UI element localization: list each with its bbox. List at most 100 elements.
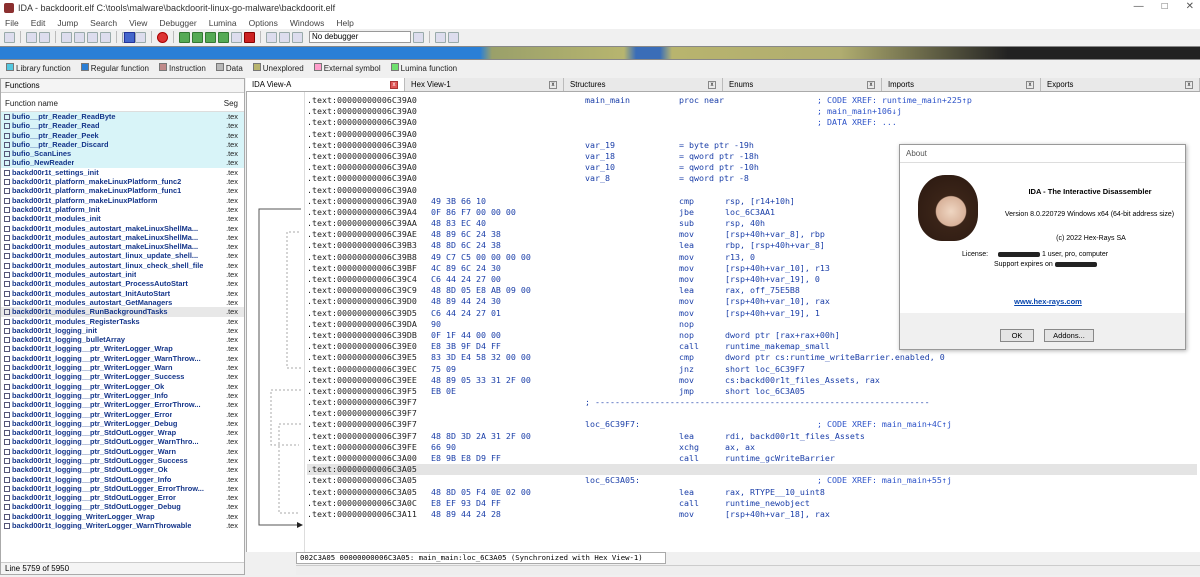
function-icon[interactable] <box>205 31 216 43</box>
menu-item-edit[interactable]: Edit <box>31 18 46 28</box>
col-function-name[interactable]: Function name <box>5 99 58 111</box>
menu-item-view[interactable]: View <box>129 18 147 28</box>
addons-button[interactable]: Addons... <box>1044 329 1094 342</box>
code-operands[interactable]: cs:backd00r1t_files_Assets, rax <box>725 375 880 386</box>
navigation-band[interactable] <box>0 46 1200 60</box>
code-operands[interactable]: loc_6C3AA1 <box>725 207 775 218</box>
code-line[interactable]: .text:00000000006C39A0 main_main proc near… <box>307 95 1197 106</box>
code-line[interactable]: .text:00000000006C39A0 ; main_main+106↓j <box>307 106 1197 117</box>
close-icon[interactable]: ✕ <box>1186 1 1194 12</box>
code-operands[interactable]: ax, ax <box>725 442 755 453</box>
function-row[interactable]: backd00r1t_modules_autostart_init .tex <box>1 270 244 279</box>
code-line[interactable]: .text:00000000006C39EC 75 09 jnz short loc_… <box>307 364 1197 375</box>
function-row[interactable]: bufio__ptr_Reader_Peek .tex <box>1 130 244 140</box>
debugger-select[interactable]: No debugger <box>309 31 411 43</box>
code-operands[interactable]: runtime_gcWriteBarrier <box>725 453 835 464</box>
menu-item-debugger[interactable]: Debugger <box>159 18 196 28</box>
menu-item-help[interactable]: Help <box>336 18 353 28</box>
function-row[interactable]: backd00r1t_logging_bulletArray .tex <box>1 335 244 344</box>
code-operands[interactable]: dword ptr [rax+rax+00h] <box>725 330 840 341</box>
play-icon[interactable] <box>266 31 277 43</box>
function-row[interactable]: backd00r1t_logging_WriterLogger_WarnThro… <box>1 521 244 530</box>
code-operands[interactable]: rbp, [rsp+40h+var_8] <box>725 240 825 251</box>
col-segment[interactable]: Seg <box>224 99 238 111</box>
trace-icon[interactable] <box>448 31 459 43</box>
struct-icon[interactable] <box>218 31 229 43</box>
tab-close-icon[interactable]: x <box>1026 80 1034 89</box>
function-row[interactable]: bufio__ptr_Reader_Read .tex <box>1 121 244 131</box>
function-row[interactable]: backd00r1t_logging__ptr_WriterLogger_Suc… <box>1 372 244 381</box>
function-row[interactable]: backd00r1t_logging__ptr_StdOutLogger_Err… <box>1 484 244 493</box>
code-line[interactable]: .text:00000000006C3A05 <box>307 464 1197 476</box>
search-next-icon[interactable] <box>87 31 98 43</box>
function-row[interactable]: backd00r1t_settings_init .tex <box>1 168 244 177</box>
code-line[interactable]: .text:00000000006C39FE 66 90 xchg ax, ax <box>307 442 1197 453</box>
code-line[interactable]: .text:00000000006C39A0 <box>307 129 1197 140</box>
tab-close-icon[interactable]: x <box>708 80 716 89</box>
code-line[interactable]: .text:00000000006C39F7 loc_6C39F7: ; CODE … <box>307 419 1197 430</box>
code-operands[interactable]: [rsp+40h+var_10], rax <box>725 296 830 307</box>
function-row[interactable]: backd00r1t_platform_makeLinuxPlatform .te… <box>1 196 244 205</box>
menu-item-file[interactable]: File <box>5 18 19 28</box>
back-icon[interactable] <box>26 31 37 43</box>
function-row[interactable]: backd00r1t_modules_RunBackgroundTasks .te… <box>1 307 244 317</box>
tab-ida-view-a[interactable]: IDA View-A x <box>246 78 405 91</box>
data-icon[interactable] <box>192 31 203 43</box>
record-icon[interactable] <box>157 31 168 43</box>
immediate-search-icon[interactable] <box>100 31 111 43</box>
tab-enums[interactable]: Enums x <box>723 78 882 91</box>
menu-item-lumina[interactable]: Lumina <box>209 18 237 28</box>
breakpoint-icon[interactable] <box>435 31 446 43</box>
menu-item-windows[interactable]: Windows <box>290 18 324 28</box>
function-row[interactable]: backd00r1t_modules_autostart_makeLinuxSh… <box>1 233 244 242</box>
function-row[interactable]: backd00r1t_logging__ptr_StdOutLogger_Err… <box>1 493 244 502</box>
function-row[interactable]: backd00r1t_platform_makeLinuxPlatform_fu… <box>1 186 244 195</box>
function-row[interactable]: backd00r1t_logging_init .tex <box>1 326 244 335</box>
code-operands[interactable]: [rsp+40h+var_10], r13 <box>725 263 830 274</box>
function-row[interactable]: backd00r1t_modules_autostart_ProcessAuto… <box>1 279 244 288</box>
function-row[interactable]: backd00r1t_logging__ptr_StdOutLogger_Wra… <box>1 428 244 437</box>
code-label[interactable]: loc_6C3A05: <box>585 475 640 486</box>
code-operands[interactable]: rax, off_75E5B8 <box>725 285 800 296</box>
function-row[interactable]: backd00r1t_platform_Init .tex <box>1 205 244 214</box>
undefine-icon[interactable] <box>244 31 255 43</box>
menu-item-options[interactable]: Options <box>249 18 278 28</box>
attach-icon[interactable] <box>124 31 135 43</box>
function-row[interactable]: backd00r1t_logging__ptr_WriterLogger_War… <box>1 354 244 363</box>
code-line[interactable]: .text:00000000006C39F7 ; ----------------… <box>307 397 1197 408</box>
code-operands[interactable]: rdi, backd00r1t_files_Assets <box>725 431 865 442</box>
horizontal-scrollbar[interactable] <box>296 565 1200 575</box>
code-line[interactable]: .text:00000000006C3A00 E8 9B E8 D9 FF call… <box>307 453 1197 464</box>
code-line[interactable]: .text:00000000006C39EE 48 89 05 33 31 2F … <box>307 375 1197 386</box>
function-row[interactable]: bufio__ptr_Reader_ReadByte .tex <box>1 112 244 122</box>
function-row[interactable]: backd00r1t_modules_autostart_makeLinuxSh… <box>1 224 244 233</box>
code-label[interactable]: main_main <box>585 95 630 106</box>
code-icon[interactable] <box>179 31 190 43</box>
code-operands[interactable]: short loc_6C39F7 <box>725 364 805 375</box>
function-row[interactable]: bufio_NewReader .tex <box>1 158 244 168</box>
function-row[interactable]: backd00r1t_platform_makeLinuxPlatform_fu… <box>1 177 244 186</box>
function-row[interactable]: backd00r1t_logging__ptr_WriterLogger_Deb… <box>1 419 244 428</box>
function-row[interactable]: bufio__ptr_Reader_Discard .tex <box>1 139 244 150</box>
function-row[interactable]: backd00r1t_logging__ptr_StdOutLogger_Deb… <box>1 502 244 511</box>
code-label[interactable]: loc_6C39F7: <box>585 419 640 430</box>
tab-close-icon[interactable]: x <box>1185 80 1193 89</box>
function-row[interactable]: backd00r1t_logging__ptr_WriterLogger_Err… <box>1 410 244 419</box>
binary-search-icon[interactable] <box>61 31 72 43</box>
ok-button[interactable]: OK <box>1000 329 1034 342</box>
code-line[interactable]: .text:00000000006C3A05 loc_6C3A05: ; CODE … <box>307 475 1197 486</box>
tab-structures[interactable]: Structures x <box>564 78 723 91</box>
code-line[interactable]: .text:00000000006C39E5 83 3D E4 58 32 00 … <box>307 352 1197 363</box>
code-line[interactable]: .text:00000000006C39F7 48 8D 3D 2A 31 2F … <box>307 431 1197 442</box>
function-row[interactable]: backd00r1t_logging__ptr_WriterLogger_Err… <box>1 400 244 409</box>
function-row[interactable]: backd00r1t_modules_autostart_linux_check… <box>1 261 244 270</box>
function-row[interactable]: backd00r1t_modules_autostart_GetManagers… <box>1 298 244 307</box>
code-line[interactable]: .text:00000000006C3A0C E8 EF 93 D4 FF call… <box>307 498 1197 509</box>
text-mode-icon[interactable] <box>135 31 146 43</box>
code-operands[interactable]: [rsp+40h+var_8], rbp <box>725 229 825 240</box>
forward-icon[interactable] <box>39 31 50 43</box>
tab-exports[interactable]: Exports x <box>1041 78 1200 91</box>
minimize-icon[interactable]: — <box>1134 1 1144 12</box>
enum-icon[interactable] <box>231 31 242 43</box>
code-operands[interactable]: [rsp+40h+var_18], rax <box>725 509 830 520</box>
